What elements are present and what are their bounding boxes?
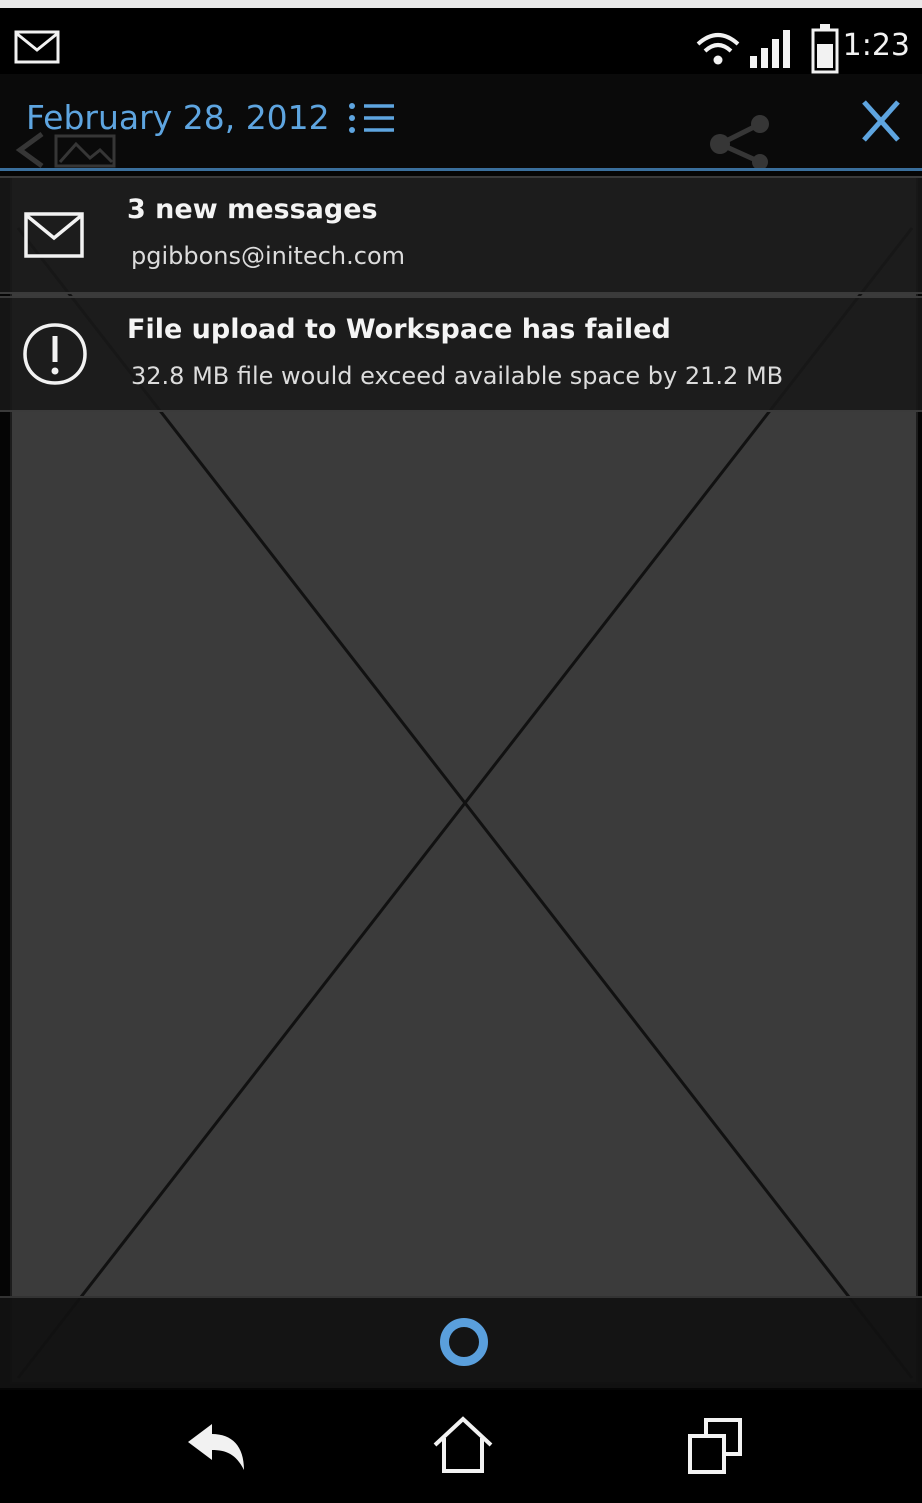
drag-handle-icon[interactable] xyxy=(440,1318,488,1366)
notification-title: File upload to Workspace has failed xyxy=(127,314,671,345)
home-icon[interactable] xyxy=(432,1416,494,1474)
list-icon[interactable] xyxy=(348,102,398,134)
close-icon[interactable] xyxy=(858,98,904,144)
notification-title: 3 new messages xyxy=(127,194,378,225)
navigation-bar xyxy=(0,1390,922,1503)
envelope-icon xyxy=(24,212,84,258)
top-strip xyxy=(0,0,922,8)
recent-apps-icon[interactable] xyxy=(686,1416,744,1476)
notification-shade-screen: 1:23 February 28, 2012 3 new messages pg… xyxy=(0,0,922,1503)
share-icon xyxy=(710,115,769,170)
signal-icon xyxy=(750,30,790,68)
notification-text: pgibbons@initech.com xyxy=(131,242,406,270)
wifi-icon xyxy=(696,33,740,65)
notification-text: 32.8 MB file would exceed available spac… xyxy=(131,362,784,390)
alert-icon xyxy=(23,323,87,385)
header-underline xyxy=(0,168,922,171)
battery-icon xyxy=(811,24,839,74)
notification-date: February 28, 2012 xyxy=(26,98,330,137)
status-bar: 1:23 xyxy=(0,8,922,74)
status-time: 1:23 xyxy=(842,28,910,63)
envelope-icon xyxy=(14,30,60,64)
back-icon[interactable] xyxy=(184,1422,250,1474)
